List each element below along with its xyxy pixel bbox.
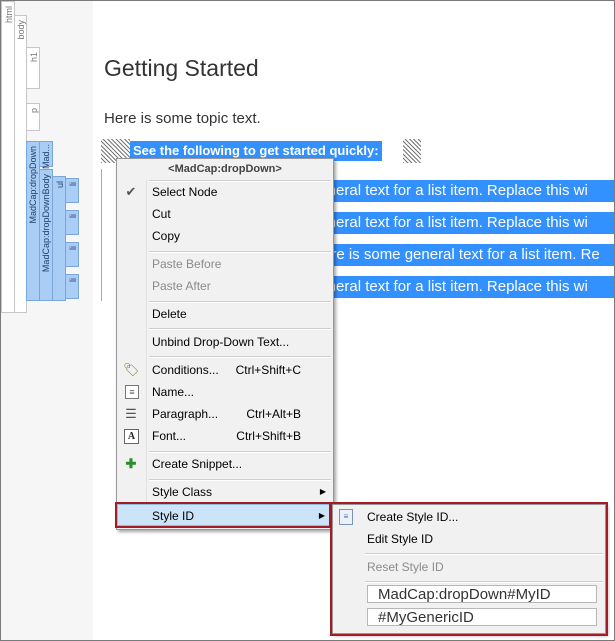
structure-bar-label: li [68, 214, 78, 218]
context-menu-title: <MadCap:dropDown> [168, 163, 282, 175]
dropdown-hotspot-marker-right [403, 139, 421, 163]
structure-bar-label: li [68, 182, 78, 186]
list-item[interactable]: general text for a list item. Replace th… [311, 276, 614, 298]
menu-item-label: Unbind Drop-Down Text... [152, 335, 290, 349]
name-tag-icon: ≡ [125, 385, 139, 399]
menu-item-label: Create Snippet... [152, 457, 243, 471]
menu-item-shortcut: Ctrl+Shift+C [235, 363, 301, 377]
menu-item-select-node[interactable]: ✔ Select Node [117, 181, 333, 203]
structure-bar-label: body [16, 20, 26, 40]
dropdown-body-bracket [101, 169, 102, 301]
menu-item-label: Delete [152, 307, 187, 321]
structure-bar-label: MadCap:dropDownBody [41, 174, 51, 273]
structure-bar-label: h1 [29, 52, 39, 63]
menu-item-cut[interactable]: Cut [117, 203, 333, 225]
menu-item-style-class[interactable]: Style Class ▶ [117, 481, 333, 503]
structure-bar-li[interactable]: li [65, 178, 79, 203]
create-snippet-icon: ✚ [125, 456, 137, 471]
structure-bar-dropdown-head[interactable]: Mad... [39, 141, 53, 170]
menu-item-label: Style Class [152, 485, 213, 499]
menu-item-label: Cut [152, 207, 171, 221]
structure-bar-label: html [4, 6, 14, 24]
menu-item-label: Paste Before [152, 257, 222, 271]
menu-item-label: Conditions... [152, 363, 219, 377]
menu-item-delete[interactable]: Delete [117, 303, 333, 325]
menu-item-font[interactable]: A Font... Ctrl+Shift+B [117, 425, 333, 447]
menu-item-paragraph[interactable]: ☰ Paragraph... Ctrl+Alt+B [117, 403, 333, 425]
highlight-outline-submenu [330, 502, 608, 636]
structure-bar-label: li [68, 278, 78, 282]
menu-item-copy[interactable]: Copy [117, 225, 333, 247]
menu-item-label: Select Node [152, 185, 218, 199]
submenu-arrow-icon: ▶ [319, 487, 326, 496]
list-item[interactable]: general text for a list item. Replace th… [311, 180, 614, 202]
menu-item-paste-before[interactable]: Paste Before [117, 253, 333, 275]
list-item[interactable]: ere is some general text for a list item… [323, 244, 614, 266]
structure-bar-label: ul [55, 181, 65, 189]
menu-separator [149, 356, 331, 358]
topic-paragraph: Here is some topic text. [104, 110, 261, 127]
highlight-outline-style-id [115, 502, 331, 528]
menu-item-shortcut: Ctrl+Alt+B [246, 407, 301, 421]
menu-separator [149, 328, 331, 330]
structure-bar-label: MadCap:dropDown [28, 146, 38, 224]
menu-item-label: Font... [152, 429, 187, 443]
conditions-tag-icon: 🏷 [123, 362, 140, 377]
structure-bar-label: Mad... [41, 144, 51, 170]
structure-bar-ul[interactable]: ul [52, 176, 66, 301]
menu-item-unbind-dropdown-text[interactable]: Unbind Drop-Down Text... [117, 331, 333, 353]
structure-bar-dropdown[interactable]: MadCap:dropDown [26, 141, 40, 301]
structure-bar-li[interactable]: li [65, 210, 79, 235]
structure-bar-h1[interactable]: h1 [26, 47, 40, 89]
editor-window: html body h1 p MadCap:dropDown Mad... Ma… [0, 0, 615, 641]
structure-bar-label: p [29, 108, 39, 114]
menu-item-name[interactable]: ≡ Name... [117, 381, 333, 403]
structure-bar-li[interactable]: li [65, 242, 79, 267]
menu-item-label: Paragraph... [152, 407, 219, 421]
font-icon: A [124, 429, 139, 444]
structure-bar-li[interactable]: li [65, 274, 79, 299]
structure-bar-label: li [68, 246, 78, 250]
menu-item-paste-after[interactable]: Paste After [117, 275, 333, 297]
structure-bar-html[interactable]: html [1, 1, 15, 313]
menu-item-conditions[interactable]: 🏷 Conditions... Ctrl+Shift+C [117, 359, 333, 381]
structure-bar-p[interactable]: p [26, 103, 40, 131]
menu-item-label: Paste After [152, 279, 211, 293]
menu-item-label: Copy [152, 229, 181, 243]
page-heading: Getting Started [104, 55, 259, 81]
checkmark-icon: ✔ [125, 184, 137, 199]
context-menu: <MadCap:dropDown> ✔ Select Node Cut Copy… [116, 158, 334, 530]
paragraph-icon: ☰ [125, 406, 137, 421]
menu-item-label: Name... [152, 385, 195, 399]
structure-bar-dropdown-body[interactable]: MadCap:dropDownBody [39, 169, 53, 301]
menu-item-shortcut: Ctrl+Shift+B [236, 429, 301, 443]
menu-item-create-snippet[interactable]: ✚ Create Snippet... [117, 453, 333, 475]
list-item[interactable]: general text for a list item. Replace th… [311, 212, 614, 234]
